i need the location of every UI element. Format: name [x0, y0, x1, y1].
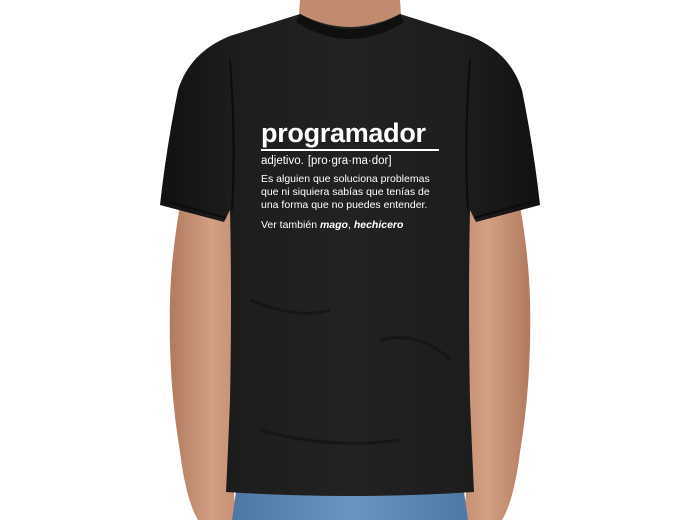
print-see-also-word: mago	[319, 219, 348, 231]
print-see-also-prefix: Ver también	[261, 219, 318, 231]
print-syllables: [pro·gra·ma·dor]	[307, 155, 392, 167]
print-definition: Es alguien que soluciona problemas que n…	[261, 173, 481, 212]
product-photo: programador adjetivo. [pro·gra·ma·dor] Es…	[0, 0, 700, 520]
print-pronunciation-line: adjetivo. [pro·gra·ma·dor]	[261, 154, 481, 168]
print-definition-line: una forma que no puedes entender.	[261, 199, 428, 211]
print-definition-line: que ni siquiera sabías que tenías de	[261, 186, 430, 198]
print-see-also-separator: ,	[347, 219, 351, 231]
print-see-also: Ver también mago, hechicero	[261, 219, 481, 232]
tshirt-print: programador adjetivo. [pro·gra·ma·dor] Es…	[261, 118, 481, 232]
print-definition-line: Es alguien que soluciona problemas	[261, 173, 430, 185]
tshirt-model-illustration	[160, 0, 540, 520]
print-part-of-speech: adjetivo.	[261, 155, 304, 167]
print-divider	[261, 149, 439, 151]
print-headword: programador	[261, 118, 426, 148]
print-see-also-word: hechicero	[353, 219, 404, 231]
